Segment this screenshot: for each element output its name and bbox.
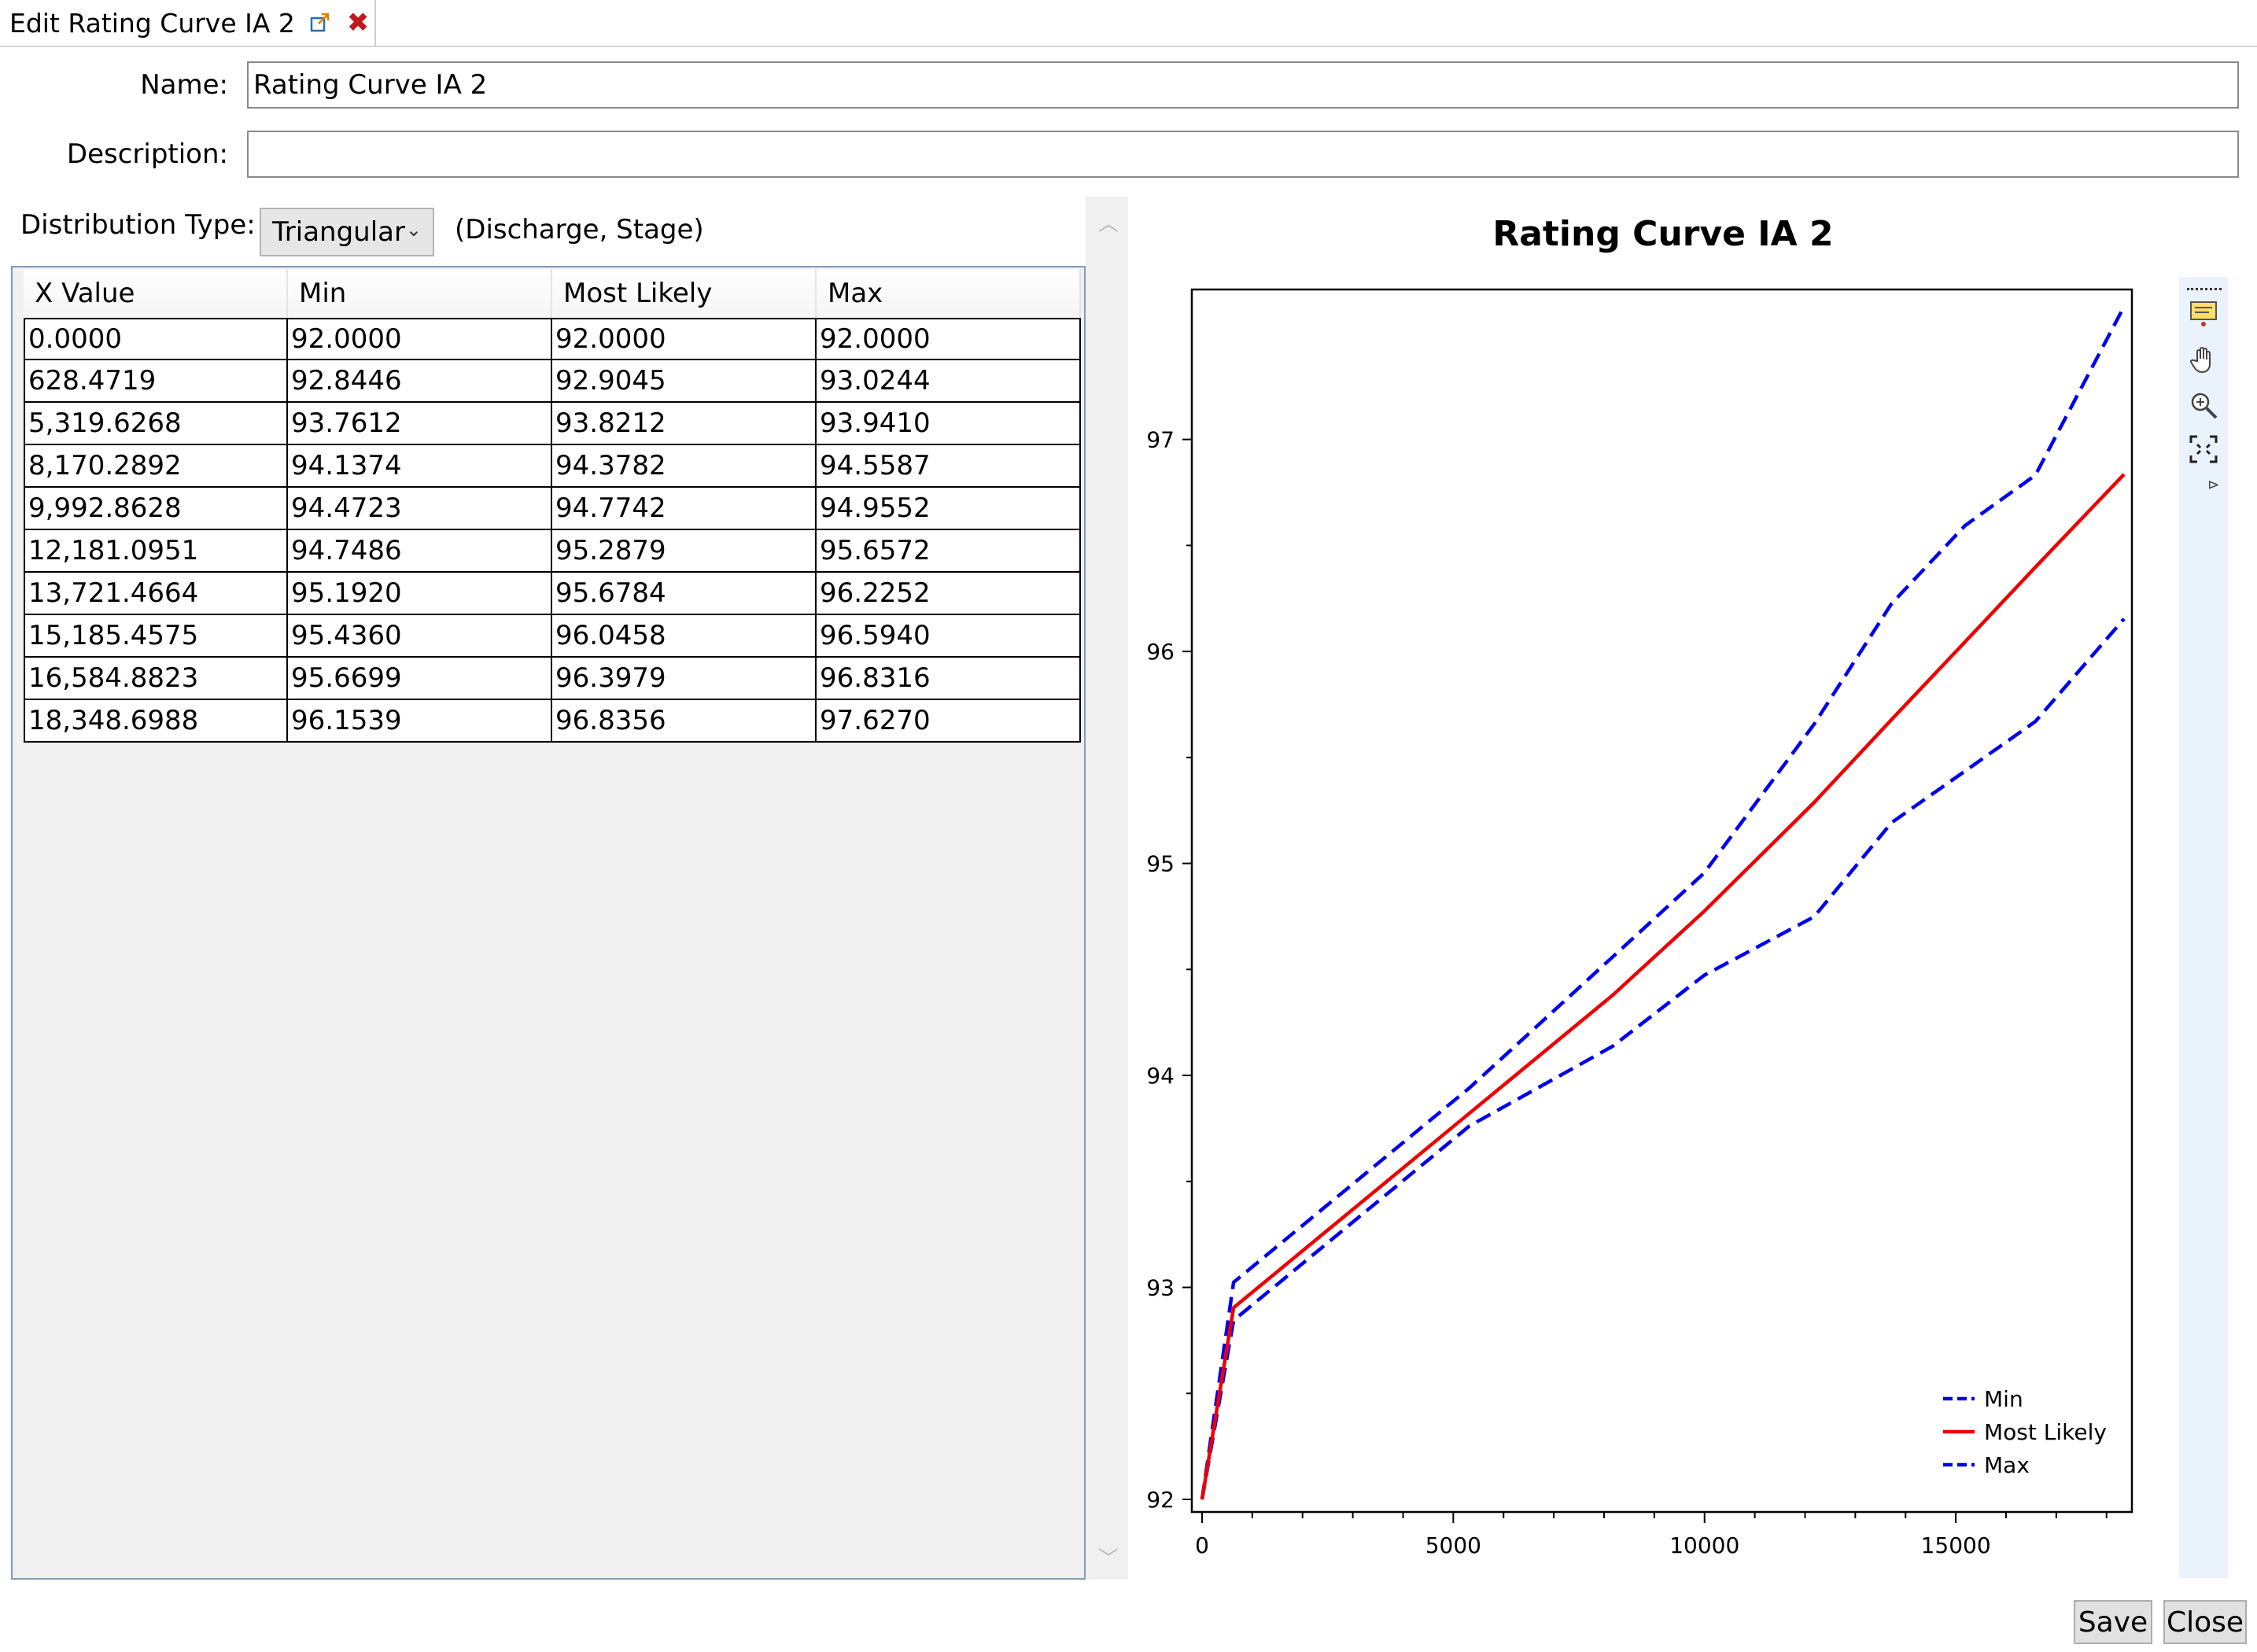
toolbar-grip[interactable]	[2187, 288, 2222, 290]
y-tick-label: 93	[1146, 1275, 1175, 1301]
pan-hand-icon[interactable]	[2185, 341, 2222, 378]
legend-label: Min	[1984, 1386, 2023, 1412]
y-tick-label: 96	[1146, 639, 1175, 665]
annotation-icon[interactable]	[2185, 296, 2222, 332]
legend-label: Max	[1984, 1452, 2030, 1478]
legend-label: Most Likely	[1984, 1419, 2107, 1445]
y-tick-label: 94	[1146, 1063, 1175, 1089]
close-button[interactable]: Close	[2163, 1600, 2247, 1644]
zoom-icon[interactable]	[2185, 387, 2222, 423]
toolbar-overflow-icon[interactable]: ⊳	[2207, 477, 2219, 493]
zoom-extents-icon[interactable]	[2185, 431, 2222, 467]
chart-toolbar: ⊳	[2179, 277, 2228, 1578]
y-tick-label: 95	[1146, 851, 1175, 877]
x-tick-label: 10000	[1669, 1532, 1739, 1558]
x-tick-label: 5000	[1425, 1532, 1481, 1558]
x-tick-label: 0	[1195, 1532, 1209, 1558]
x-tick-label: 15000	[1921, 1532, 1991, 1558]
y-tick-label: 97	[1146, 427, 1175, 453]
y-tick-label: 92	[1146, 1487, 1175, 1513]
rating-curve-chart[interactable]: 92 93 94 95 96 97 0 5000 10000 15000 Min Most Likel…	[0, 0, 2257, 1652]
save-button[interactable]: Save	[2074, 1600, 2152, 1644]
plot-frame	[1190, 288, 2133, 1514]
